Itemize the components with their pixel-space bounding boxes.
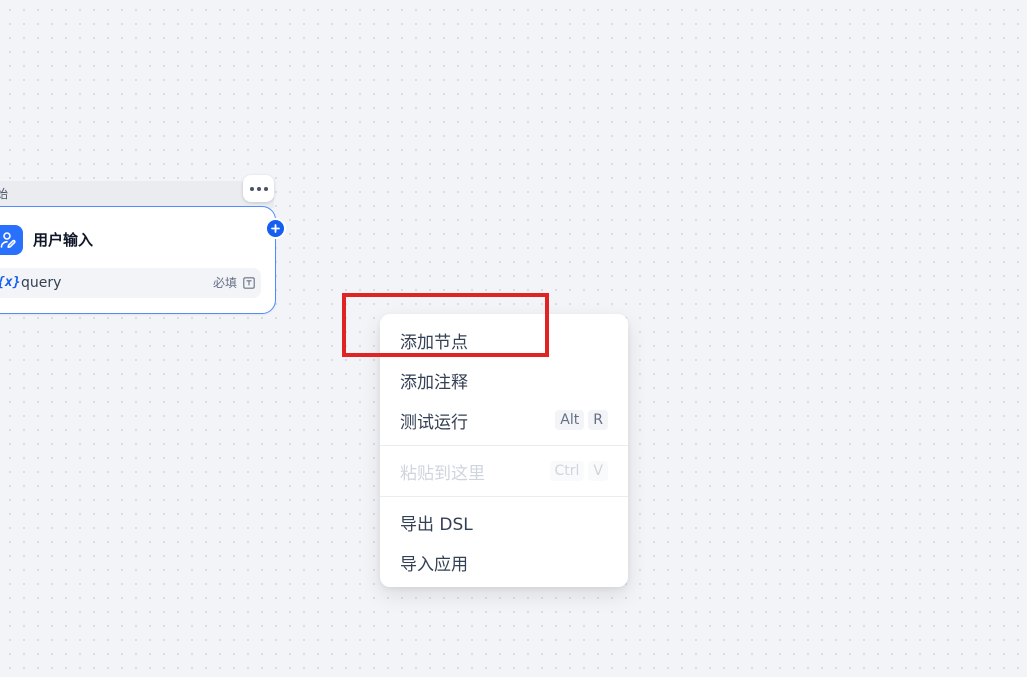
text-type-icon bbox=[243, 277, 255, 289]
menu-item-add-node[interactable]: 添加节点 bbox=[384, 320, 624, 360]
menu-item-paste-here: 粘贴到这里 Ctrl V bbox=[384, 451, 624, 491]
add-next-node-button[interactable] bbox=[265, 218, 286, 239]
more-horizontal-icon bbox=[249, 186, 254, 191]
start-node-card[interactable]: 用户输入 {x} query 必填 bbox=[0, 206, 276, 314]
more-dot bbox=[263, 186, 268, 191]
menu-item-label: 导出 DSL bbox=[400, 514, 473, 535]
node-header: 始 bbox=[0, 181, 274, 208]
menu-item-label: 添加节点 bbox=[400, 332, 468, 353]
menu-item-export-dsl[interactable]: 导出 DSL bbox=[384, 502, 624, 542]
user-edit-icon bbox=[0, 225, 23, 255]
variable-icon: {x} bbox=[0, 275, 21, 290]
menu-item-import-app[interactable]: 导入应用 bbox=[384, 542, 624, 582]
shortcut-keys: Ctrl V bbox=[549, 461, 608, 481]
variable-name: query bbox=[21, 275, 62, 291]
shortcut-key-r: R bbox=[588, 410, 608, 430]
required-label: 必填 bbox=[212, 276, 237, 290]
menu-item-label: 添加注释 bbox=[400, 372, 468, 393]
shortcut-key-alt: Alt bbox=[555, 410, 585, 430]
context-menu: 添加节点 添加注释 测试运行 Alt R 粘贴到这里 Ctrl V 导出 DSL… bbox=[380, 314, 628, 587]
menu-item-label: 导入应用 bbox=[400, 554, 468, 575]
node-title: 用户输入 bbox=[33, 231, 94, 249]
menu-divider bbox=[380, 445, 628, 446]
menu-divider bbox=[380, 496, 628, 497]
menu-item-label: 粘贴到这里 bbox=[400, 463, 485, 484]
more-dot bbox=[256, 186, 261, 191]
menu-group-primary: 添加节点 添加注释 测试运行 Alt R bbox=[380, 320, 628, 440]
variable-row[interactable]: {x} query 必填 bbox=[0, 268, 261, 298]
shortcut-key-v: V bbox=[588, 461, 608, 481]
workflow-canvas[interactable]: 始 用户输入 {x} query 必填 bbox=[0, 0, 1027, 677]
menu-item-test-run[interactable]: 测试运行 Alt R bbox=[384, 400, 624, 440]
shortcut-key-ctrl: Ctrl bbox=[549, 461, 585, 481]
menu-group-dsl: 导出 DSL 导入应用 bbox=[380, 502, 628, 582]
menu-item-add-note[interactable]: 添加注释 bbox=[384, 360, 624, 400]
shortcut-keys: Alt R bbox=[555, 410, 608, 430]
menu-item-label: 测试运行 bbox=[400, 412, 468, 433]
node-header-label: 始 bbox=[0, 187, 9, 201]
node-more-button[interactable] bbox=[243, 175, 274, 202]
menu-group-clipboard: 粘贴到这里 Ctrl V bbox=[380, 451, 628, 491]
plus-icon bbox=[271, 224, 280, 233]
